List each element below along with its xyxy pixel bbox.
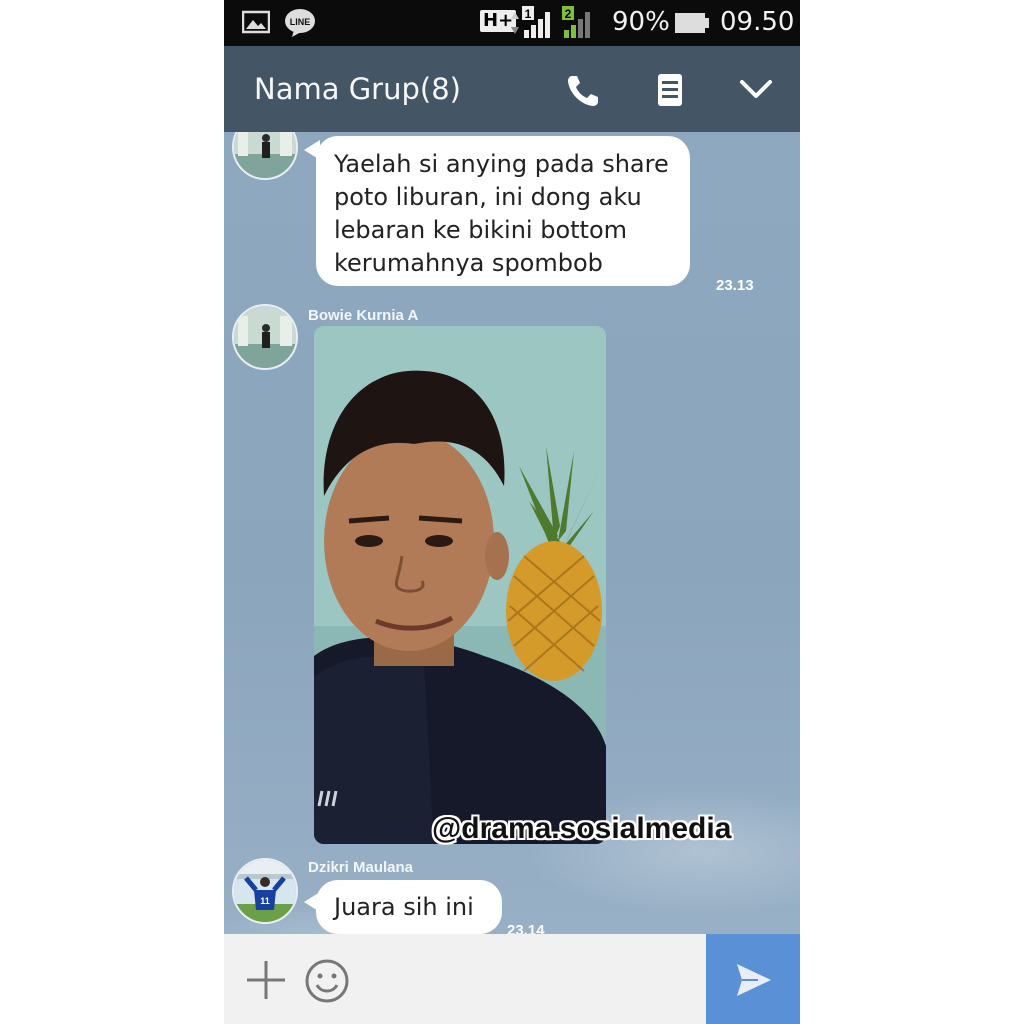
- message-line: lebaran ke bikini bottom: [334, 216, 628, 244]
- battery-icon: [675, 13, 709, 33]
- message-line: kerumahnya spombob: [334, 249, 603, 277]
- message-time: 23.14: [507, 922, 545, 934]
- sender-name: Dzikri Maulana: [308, 859, 414, 876]
- message-bubble[interactable]: Juara sih ini: [316, 880, 502, 934]
- avatar[interactable]: 11: [232, 858, 298, 924]
- battery-percent: 90%: [612, 7, 670, 37]
- message-text: Juara sih ini: [334, 893, 474, 921]
- phone-screen: LINE H+ 1 2 90% 09.50 Nama Grup(8) Yaela…: [224, 0, 800, 1024]
- emoji-icon[interactable]: [304, 958, 350, 1004]
- plus-icon[interactable]: [244, 958, 288, 1002]
- message-line: poto liburan, ini dong aku: [334, 183, 642, 211]
- signal-icon: 1: [522, 6, 550, 38]
- message-line: Yaelah si anying pada share: [334, 150, 669, 178]
- avatar[interactable]: [232, 132, 298, 180]
- photo-message[interactable]: [314, 326, 606, 844]
- sim2-label: 2: [565, 7, 572, 21]
- clock: 09.50: [720, 7, 795, 37]
- data-arrows-icon: [511, 12, 519, 34]
- line-app-icon: LINE: [285, 9, 315, 37]
- svg-text:LINE: LINE: [290, 17, 311, 27]
- selfie-with-pineapple-image: [314, 326, 606, 844]
- svg-text:11: 11: [260, 896, 270, 906]
- group-title[interactable]: Nama Grup(8): [254, 72, 461, 106]
- chevron-down-icon[interactable]: [734, 68, 778, 112]
- send-icon: [737, 964, 771, 996]
- message-time: 23.13: [716, 277, 754, 294]
- gallery-icon: [242, 10, 270, 34]
- send-button[interactable]: [706, 934, 800, 1024]
- phone-icon[interactable]: [562, 68, 606, 112]
- input-bar: [224, 934, 800, 1024]
- signal-icon-sim2: 2: [562, 6, 590, 38]
- chat-header: Nama Grup(8): [224, 46, 800, 132]
- status-bar: LINE H+ 1 2 90% 09.50: [224, 0, 800, 46]
- sender-name: Bowie Kurnia A: [308, 307, 419, 324]
- watermark: @drama.sosialmedia: [432, 812, 732, 845]
- message-bubble[interactable]: Yaelah si anying pada share poto liburan…: [316, 136, 690, 286]
- chat-area[interactable]: Yaelah si anying pada share poto liburan…: [224, 132, 800, 934]
- sim1-label: 1: [525, 7, 532, 21]
- notes-icon[interactable]: [648, 68, 692, 112]
- avatar[interactable]: [232, 304, 298, 370]
